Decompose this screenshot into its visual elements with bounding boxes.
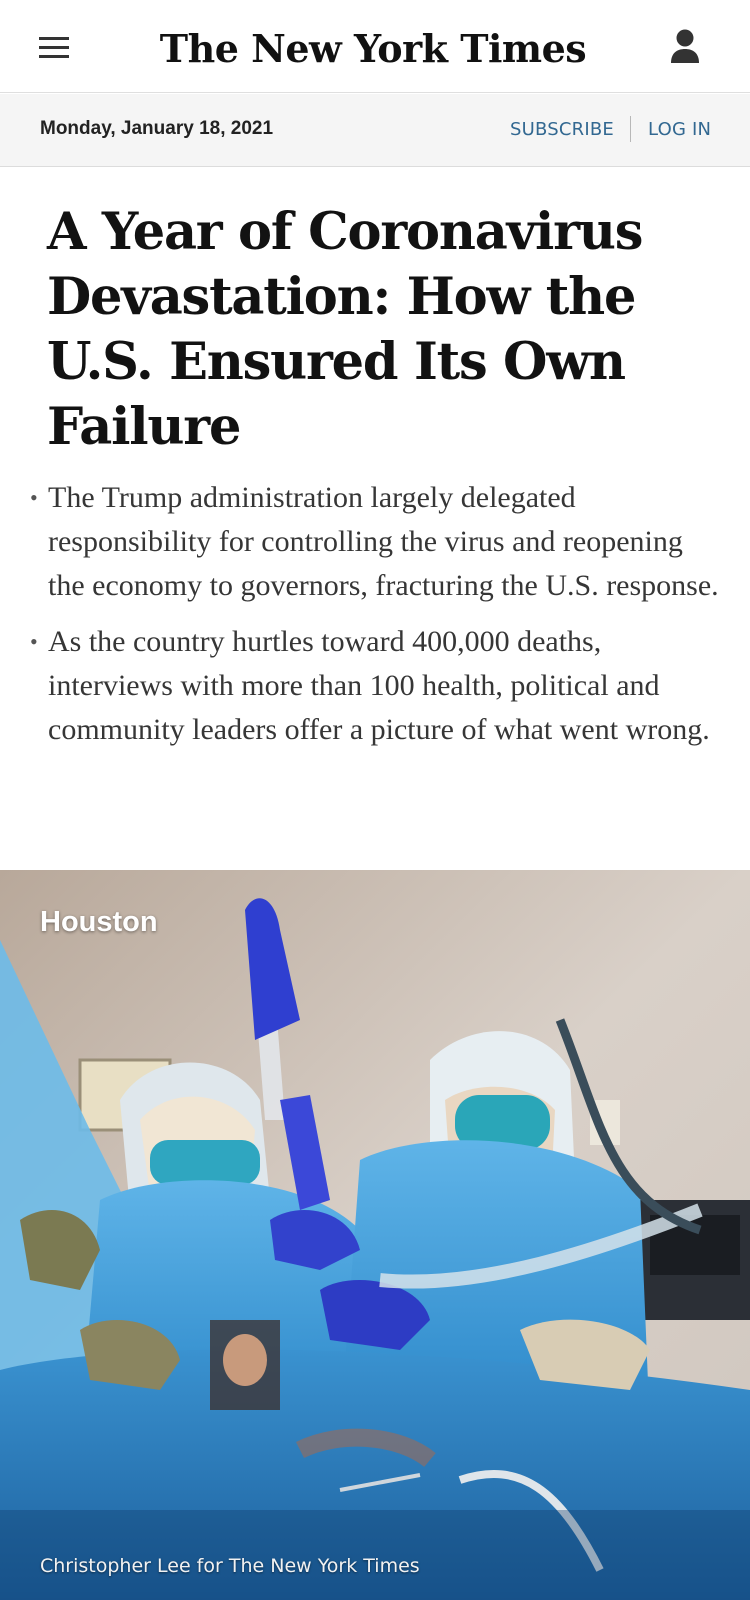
- hamburger-menu-icon: [39, 36, 69, 40]
- bullet-icon: •: [30, 629, 38, 654]
- photo-location-label: Houston: [40, 906, 158, 938]
- masthead: The New York Times: [0, 0, 750, 93]
- bullet-icon: •: [30, 485, 38, 510]
- article-headline[interactable]: A Year of Coronavirus Devastation: How t…: [47, 200, 707, 460]
- lead-photo[interactable]: Houston Christopher Lee for The New York…: [0, 870, 750, 1600]
- summary-item-text: As the country hurtles toward 400,000 de…: [48, 625, 710, 746]
- summary-item: • The Trump administration largely deleg…: [30, 476, 720, 608]
- account-button[interactable]: [668, 27, 702, 67]
- link-divider: [630, 116, 631, 142]
- login-link[interactable]: LOG IN: [648, 119, 711, 140]
- site-logo[interactable]: The New York Times: [160, 18, 587, 78]
- subscribe-link[interactable]: SUBSCRIBE: [510, 119, 614, 140]
- summary-item: • As the country hurtles toward 400,000 …: [30, 620, 720, 752]
- article-summary-list: • The Trump administration largely deleg…: [30, 476, 720, 752]
- lead-photo-image: [0, 870, 750, 1600]
- date-bar: Monday, January 18, 2021 SUBSCRIBE LOG I…: [0, 94, 750, 167]
- current-date: Monday, January 18, 2021: [40, 118, 274, 139]
- summary-item-text: The Trump administration largely delegat…: [48, 481, 719, 602]
- photo-credit: Christopher Lee for The New York Times: [40, 1555, 420, 1577]
- hamburger-menu-icon-bar-2: [39, 45, 69, 49]
- user-account-icon: [671, 29, 699, 63]
- menu-button[interactable]: [34, 30, 74, 64]
- hamburger-menu-icon-bar-3: [39, 54, 69, 58]
